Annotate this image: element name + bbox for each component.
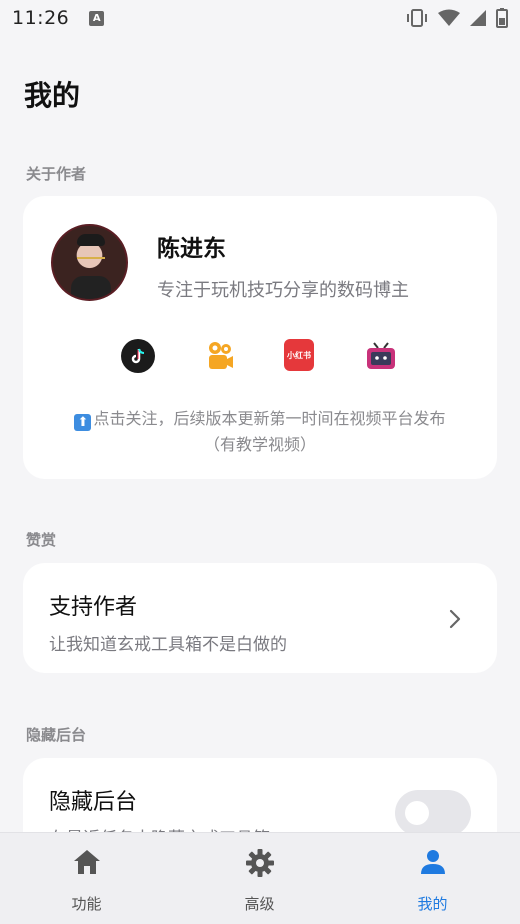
wifi-icon <box>438 9 460 26</box>
tab-label-features: 功能 <box>71 895 102 913</box>
author-description: 专注于玩机技巧分享的数码博主 <box>157 280 409 301</box>
avatar-body <box>71 276 111 299</box>
tab-features[interactable]: 功能 <box>0 833 173 924</box>
page-title: 我的 <box>24 79 81 112</box>
follow-note: ⬆ 点击关注，后续版本更新第一时间在视频平台发布 （有教学视频） <box>23 406 497 458</box>
xiaohongshu-icon[interactable]: 小红书 <box>284 339 314 371</box>
avatar-hair <box>77 234 105 246</box>
status-icons <box>405 8 508 28</box>
vibrate-icon <box>407 9 427 27</box>
bilibili-icon[interactable] <box>364 339 398 373</box>
tab-label-advanced: 高级 <box>244 895 275 913</box>
kuaishou-icon[interactable] <box>203 339 237 373</box>
tab-label-mine: 我的 <box>417 895 448 913</box>
status-time: 11:26 <box>12 7 70 29</box>
chevron-right-icon <box>449 609 461 629</box>
tab-mine[interactable]: 我的 <box>346 833 519 924</box>
tab-advanced[interactable]: 高级 <box>173 833 346 924</box>
support-author-title: 支持作者 <box>49 595 138 620</box>
support-author-row[interactable]: 支持作者 让我知道玄戒工具箱不是白做的 <box>23 563 497 673</box>
hide-background-title: 隐藏后台 <box>49 790 138 815</box>
author-name: 陈进东 <box>157 236 226 262</box>
notification-icon: A <box>89 10 105 26</box>
section-label-about: 关于作者 <box>26 165 87 183</box>
follow-note-line-2: （有教学视频） <box>203 435 316 454</box>
social-links: 小红书 <box>23 339 497 375</box>
douyin-icon[interactable] <box>121 339 155 373</box>
bottom-tab-bar: 功能 高级 我的 <box>0 832 520 924</box>
support-author-subtitle: 让我知道玄戒工具箱不是白做的 <box>49 635 287 655</box>
up-arrow-icon: ⬆ <box>74 414 92 431</box>
follow-note-text: 点击关注，后续版本更新第一时间在视频平台发布 <box>93 409 446 428</box>
section-label-hide: 隐藏后台 <box>26 726 87 744</box>
gear-icon <box>245 849 274 877</box>
avatar[interactable] <box>51 224 128 301</box>
section-label-reward: 赞赏 <box>26 531 57 549</box>
follow-note-line-1: ⬆ 点击关注，后续版本更新第一时间在视频平台发布 <box>23 406 497 432</box>
signal-icon <box>470 10 486 26</box>
avatar-glasses <box>77 252 105 259</box>
author-card: 陈进东 专注于玩机技巧分享的数码博主 小红书 ⬆ 点击关注，后续版本更新第一时间… <box>23 196 497 479</box>
hide-background-toggle[interactable] <box>395 790 471 836</box>
xiaohongshu-icon-text: 小红书 <box>287 350 311 360</box>
battery-icon <box>496 8 508 28</box>
person-icon <box>420 850 445 874</box>
home-icon <box>73 850 100 874</box>
status-bar: 11:26 A <box>0 0 520 36</box>
toggle-knob <box>405 801 429 825</box>
